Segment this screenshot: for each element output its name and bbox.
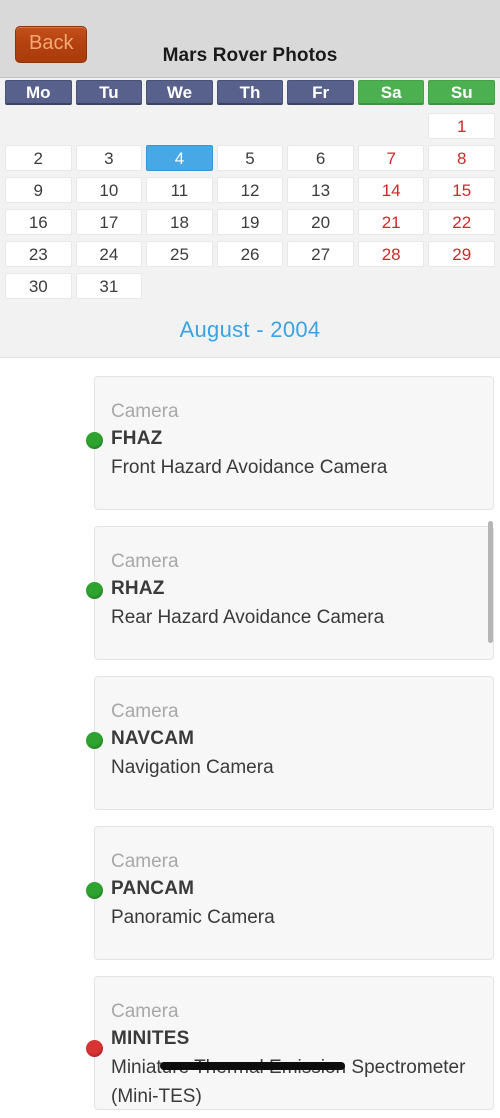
page-title: Mars Rover Photos — [162, 45, 338, 66]
camera-card-wrapper: Camera FHAZ Front Hazard Avoidance Camera — [0, 368, 500, 518]
camera-card-wrapper: Camera RHAZ Rear Hazard Avoidance Camera — [0, 518, 500, 668]
calendar-day-26[interactable]: 26 — [216, 241, 284, 267]
camera-card-fhaz[interactable]: Camera FHAZ Front Hazard Avoidance Camera — [94, 376, 494, 510]
calendar-day-21[interactable]: 21 — [357, 209, 425, 235]
camera-card-code: MINITES — [111, 1028, 190, 1049]
calendar: Mo Tu We Th Fr Sa Su 1 2 3 4 5 6 7 8 9 10 11 12 13 14 15 16 17… — [0, 78, 500, 358]
camera-card-wrapper: Camera PANCAM Panoramic Camera — [0, 818, 500, 968]
calendar-day-14[interactable]: 14 — [357, 177, 425, 203]
calendar-day-3[interactable]: 3 — [75, 145, 143, 171]
camera-card-rhaz[interactable]: Camera RHAZ Rear Hazard Avoidance Camera — [94, 526, 494, 660]
calendar-week-row: 9 10 11 12 13 14 15 — [3, 175, 497, 207]
calendar-day-11[interactable]: 11 — [146, 177, 213, 203]
calendar-weekday-su: Su — [428, 80, 496, 105]
camera-card-description: Panoramic Camera — [111, 907, 275, 928]
calendar-weekday-mo: Mo — [5, 80, 72, 105]
calendar-day-empty — [287, 113, 354, 139]
calendar-day-20[interactable]: 20 — [287, 209, 354, 235]
camera-card-kicker: Camera — [111, 551, 179, 572]
camera-card-description: Navigation Camera — [111, 757, 274, 778]
calendar-weekday-tu: Tu — [75, 80, 143, 105]
calendar-day-empty — [146, 113, 213, 139]
calendar-day-5[interactable]: 5 — [216, 145, 284, 171]
calendar-day-19[interactable]: 19 — [216, 209, 284, 235]
calendar-day-8[interactable]: 8 — [428, 145, 496, 171]
calendar-day-17[interactable]: 17 — [75, 209, 143, 235]
calendar-weekday-we: We — [146, 80, 213, 105]
camera-card-navcam[interactable]: Camera NAVCAM Navigation Camera — [94, 676, 494, 810]
camera-card-code: NAVCAM — [111, 728, 195, 749]
calendar-week-row: 23 24 25 26 27 28 29 — [3, 239, 497, 271]
camera-card-code: FHAZ — [111, 428, 163, 449]
calendar-day-7[interactable]: 7 — [357, 145, 425, 171]
calendar-day-empty — [287, 273, 354, 299]
calendar-day-16[interactable]: 16 — [5, 209, 72, 235]
calendar-day-18[interactable]: 18 — [146, 209, 213, 235]
calendar-week-row: 30 31 — [3, 271, 497, 303]
camera-card-kicker: Camera — [111, 401, 179, 422]
calendar-day-4[interactable]: 4 — [146, 145, 213, 171]
calendar-day-31[interactable]: 31 — [75, 273, 143, 299]
calendar-week-row: 16 17 18 19 20 21 22 — [3, 207, 497, 239]
calendar-day-empty — [428, 273, 495, 299]
calendar-day-empty — [358, 273, 425, 299]
camera-card-minites[interactable]: CameraMINITESMiniature Thermal Emission … — [94, 976, 494, 1110]
camera-card-code: RHAZ — [111, 578, 165, 599]
calendar-day-28[interactable]: 28 — [357, 241, 425, 267]
calendar-day-23[interactable]: 23 — [5, 241, 72, 267]
calendar-day-15[interactable]: 15 — [428, 177, 496, 203]
calendar-day-12[interactable]: 12 — [216, 177, 284, 203]
calendar-day-empty — [146, 273, 213, 299]
camera-card-list: Camera FHAZ Front Hazard Avoidance Camera C… — [0, 358, 500, 1118]
calendar-day-13[interactable]: 13 — [287, 177, 354, 203]
home-indicator-bar — [160, 1062, 345, 1070]
calendar-weeks: 1 2 3 4 5 6 7 8 9 10 11 12 13 14 15 16 17 18 19 20 21 22 23 24 2… — [3, 111, 497, 303]
calendar-weekday-fr: Fr — [287, 80, 354, 105]
status-dot-pancam — [86, 882, 103, 899]
calendar-day-empty — [217, 113, 284, 139]
camera-card-code: PANCAM — [111, 878, 195, 899]
calendar-week-row: 2345678 — [3, 143, 497, 175]
calendar-weekday-th: Th — [216, 80, 284, 105]
status-dot-fhaz — [86, 432, 103, 449]
status-dot-navcam — [86, 732, 103, 749]
calendar-day-10[interactable]: 10 — [75, 177, 143, 203]
status-dot-minites — [86, 1040, 103, 1057]
vertical-scrollbar-thumb[interactable] — [488, 521, 493, 643]
calendar-day-27[interactable]: 27 — [287, 241, 354, 267]
calendar-day-6[interactable]: 6 — [287, 145, 354, 171]
calendar-day-empty — [5, 113, 72, 139]
calendar-week-row: 1 — [3, 111, 497, 143]
camera-card-kicker: Camera — [111, 701, 179, 722]
status-dot-rhaz — [86, 582, 103, 599]
calendar-day-empty — [76, 113, 143, 139]
camera-card-kicker: Camera — [111, 851, 179, 872]
calendar-weekday-sa: Sa — [357, 80, 425, 105]
calendar-day-25[interactable]: 25 — [146, 241, 213, 267]
camera-card-description: Rear Hazard Avoidance Camera — [111, 607, 385, 628]
calendar-day-empty — [358, 113, 425, 139]
calendar-day-9[interactable]: 9 — [5, 177, 72, 203]
calendar-day-22[interactable]: 22 — [428, 209, 496, 235]
calendar-day-29[interactable]: 29 — [428, 241, 496, 267]
calendar-day-1[interactable]: 1 — [428, 113, 496, 139]
calendar-weekday-header-row: Mo Tu We Th Fr Sa Su — [3, 78, 497, 111]
camera-card-wrapper: Camera NAVCAM Navigation Camera — [0, 668, 500, 818]
camera-card-kicker: Camera — [111, 1001, 179, 1022]
navbar: Back Mars Rover Photos — [0, 0, 500, 78]
calendar-day-empty — [217, 273, 284, 299]
calendar-day-30[interactable]: 30 — [5, 273, 72, 299]
calendar-day-24[interactable]: 24 — [75, 241, 143, 267]
calendar-day-2[interactable]: 2 — [5, 145, 72, 171]
camera-card-wrapper: CameraMINITESMiniature Thermal Emission … — [0, 968, 500, 1118]
calendar-month-label[interactable]: August - 2004 — [3, 303, 497, 345]
camera-card-description: Front Hazard Avoidance Camera — [111, 457, 388, 478]
camera-card-pancam[interactable]: Camera PANCAM Panoramic Camera — [94, 826, 494, 960]
